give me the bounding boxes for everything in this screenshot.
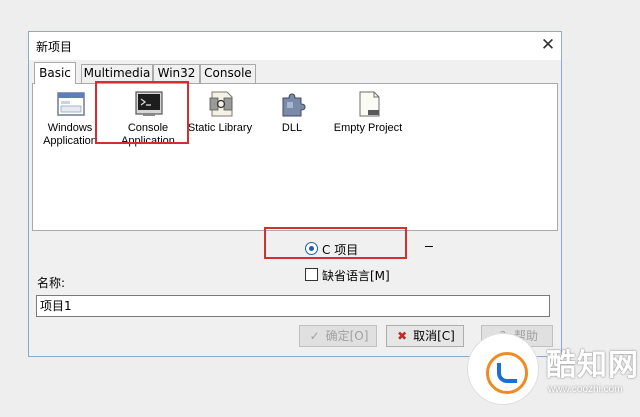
watermark-url: www.coozhi.com — [548, 384, 623, 395]
ok-label: 确定[O] — [325, 329, 369, 343]
static-library-icon — [209, 91, 233, 117]
x-icon: ✖ — [397, 329, 408, 343]
tab-console[interactable]: Console — [200, 64, 256, 83]
check-icon: ✓ — [309, 329, 320, 343]
watermark-logo-mark — [497, 363, 517, 383]
watermark-logo-ring — [468, 334, 538, 404]
dialog-title: 新项目 — [36, 40, 73, 54]
ok-button[interactable]: ✓ 确定[O] — [299, 325, 377, 347]
close-icon[interactable]: ✕ — [538, 35, 558, 55]
watermark-text: 酷知网 — [546, 348, 639, 383]
dll-puzzle-icon — [282, 93, 306, 117]
console-app-highlight — [95, 81, 189, 144]
title-bar: 新项目 ✕ — [29, 32, 561, 60]
default-language-checkbox[interactable] — [305, 268, 318, 281]
template-label: Empty Project — [333, 122, 403, 134]
cancel-label: 取消[C] — [413, 329, 455, 343]
tab-basic[interactable]: Basic — [34, 62, 76, 84]
cancel-button[interactable]: ✖ 取消[C] — [386, 325, 464, 347]
coozhi-watermark: 酷知网 www.coozhi.com — [462, 326, 640, 417]
template-label: Static Library — [187, 122, 253, 134]
project-name-input[interactable]: 项目1 — [36, 295, 550, 317]
new-project-dialog: 新项目 ✕ Basic Multimedia Win32 Console Win… — [28, 31, 562, 357]
template-dll[interactable]: DLL — [257, 84, 327, 184]
default-language-label: 缺省语言[M] — [322, 269, 390, 283]
empty-project-icon — [359, 91, 380, 117]
template-empty-project[interactable]: Empty Project — [333, 84, 403, 184]
watermark-logo-icon — [486, 352, 528, 394]
window-app-icon — [57, 92, 85, 116]
c-project-highlight — [264, 227, 407, 259]
dash-mark — [425, 246, 433, 247]
template-static-library[interactable]: Static Library — [185, 84, 255, 184]
template-label: DLL — [281, 122, 303, 134]
name-label: 名称: — [37, 276, 66, 290]
